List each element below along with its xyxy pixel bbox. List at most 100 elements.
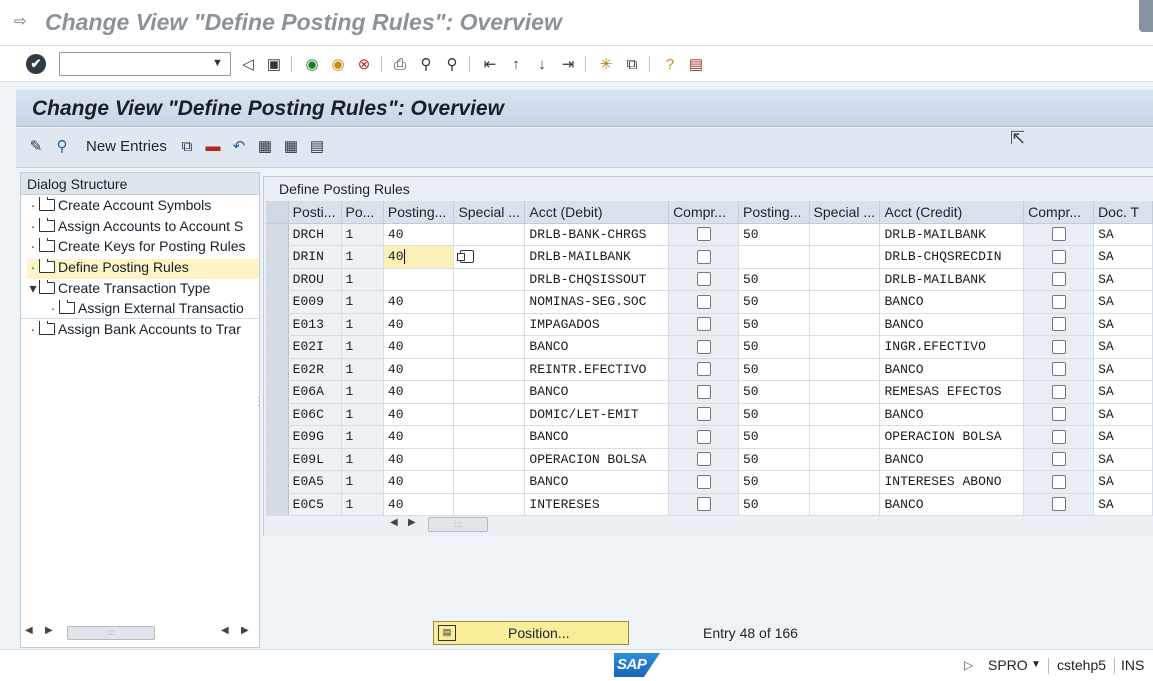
table-cell[interactable]: 50: [738, 448, 810, 471]
table-cell[interactable]: 50: [738, 290, 810, 314]
tree-item[interactable]: · Assign External Transactio: [47, 300, 259, 320]
scroll-left-icon[interactable]: ◀: [25, 625, 33, 636]
column-header[interactable]: Acct (Debit): [524, 201, 670, 224]
table-cell[interactable]: 50: [738, 358, 810, 381]
table-cell[interactable]: INTERESES ABONO: [879, 470, 1025, 494]
table-cell[interactable]: [453, 268, 526, 291]
table-cell[interactable]: SA: [1093, 425, 1153, 449]
table-cell[interactable]: DRLB-MAILBANK: [524, 245, 670, 269]
table-cell[interactable]: [809, 290, 881, 314]
table-cell[interactable]: SA: [1093, 313, 1153, 336]
checkbox[interactable]: [696, 497, 711, 512]
panel-horizontal-scrollbar[interactable]: ◀ ▶ ::: ◀ ▶: [25, 625, 257, 641]
checkbox[interactable]: [696, 294, 711, 309]
table-cell[interactable]: [809, 245, 881, 269]
exit-screen-icon[interactable]: ⇨: [14, 14, 32, 30]
column-header[interactable]: Acct (Credit): [879, 201, 1025, 224]
table-cell[interactable]: 50: [738, 268, 810, 291]
back-icon[interactable]: ◉: [302, 55, 322, 75]
column-header[interactable]: Special ...: [453, 201, 526, 224]
column-header[interactable]: Posting...: [738, 201, 810, 224]
table-cell[interactable]: 40: [383, 470, 455, 494]
table-cell[interactable]: BANCO: [879, 493, 1025, 516]
table-cell[interactable]: [453, 358, 526, 381]
checkbox[interactable]: [1051, 227, 1066, 242]
table-cell[interactable]: 40: [383, 493, 455, 516]
table-cell[interactable]: SA: [1093, 448, 1153, 471]
table-cell[interactable]: [453, 403, 526, 426]
table-cell[interactable]: [809, 448, 881, 471]
column-header[interactable]: Compr...: [668, 201, 739, 224]
table-cell[interactable]: 40: [383, 245, 455, 269]
checkbox[interactable]: [1051, 452, 1066, 467]
table-cell[interactable]: 40: [383, 335, 455, 359]
tree-item[interactable]: · Define Posting Rules: [27, 259, 259, 279]
table-cell[interactable]: 40: [383, 358, 455, 381]
expand-icon[interactable]: ▾: [27, 280, 39, 297]
table-cell[interactable]: [809, 470, 881, 494]
scroll-left-icon[interactable]: ◀: [390, 517, 398, 528]
delete-icon[interactable]: ▬: [203, 137, 223, 157]
table-cell[interactable]: REINTR.EFECTIVO: [524, 358, 670, 381]
table-cell[interactable]: [809, 380, 881, 404]
table-cell[interactable]: [809, 493, 881, 516]
row-selector[interactable]: [266, 268, 289, 291]
table-cell[interactable]: [809, 425, 881, 449]
table-cell[interactable]: SA: [1093, 380, 1153, 404]
table-cell[interactable]: [809, 313, 881, 336]
table-cell[interactable]: DRLB-BANK-CHRGS: [524, 223, 670, 246]
enter-icon[interactable]: ✔: [26, 54, 46, 74]
table-cell[interactable]: SA: [1093, 335, 1153, 359]
next-page-icon[interactable]: ↓: [532, 55, 552, 75]
checkbox[interactable]: [1051, 474, 1066, 489]
shortcut-icon[interactable]: ⧉: [622, 55, 642, 75]
table-cell[interactable]: [453, 380, 526, 404]
table-cell[interactable]: 40: [383, 448, 455, 471]
checkbox[interactable]: [1051, 272, 1066, 287]
table-cell[interactable]: DRLB-MAILBANK: [879, 268, 1025, 291]
table-cell[interactable]: [383, 268, 455, 291]
table-cell[interactable]: 50: [738, 313, 810, 336]
checkbox[interactable]: [696, 429, 711, 444]
table-cell[interactable]: SA: [1093, 493, 1153, 516]
layout-icon[interactable]: ▤: [686, 55, 706, 75]
scroll-right-icon[interactable]: ▶: [241, 625, 249, 636]
row-selector[interactable]: [266, 290, 289, 314]
checkbox[interactable]: [696, 339, 711, 354]
checkbox[interactable]: [1051, 497, 1066, 512]
first-page-icon[interactable]: ⇤: [480, 55, 500, 75]
value-help-icon[interactable]: [457, 250, 475, 264]
print-icon[interactable]: ⎙: [390, 55, 410, 75]
table-cell[interactable]: 50: [738, 223, 810, 246]
table-cell[interactable]: BANCO: [879, 313, 1025, 336]
tree-item[interactable]: ▾ Create Transaction Type: [27, 280, 259, 300]
input-mode[interactable]: INS: [1121, 657, 1144, 673]
table-cell[interactable]: BANCO: [879, 358, 1025, 381]
column-header[interactable]: Posting...: [383, 201, 455, 224]
cancel-icon[interactable]: ⊗: [354, 55, 374, 75]
help-icon[interactable]: ?: [660, 55, 680, 75]
checkbox[interactable]: [1051, 429, 1066, 444]
table-cell[interactable]: [453, 313, 526, 336]
checkbox[interactable]: [696, 249, 711, 264]
row-selector[interactable]: [266, 493, 289, 516]
table-cell[interactable]: SA: [1093, 358, 1153, 381]
scroll-thumb[interactable]: :::: [428, 517, 488, 532]
table-cell[interactable]: DRLB-CHQSRECDIN: [879, 245, 1025, 269]
last-page-icon[interactable]: ⇥: [558, 55, 578, 75]
table-cell[interactable]: DRLB-CHQSISSOUT: [524, 268, 670, 291]
table-cell[interactable]: [453, 448, 526, 471]
checkbox[interactable]: [696, 362, 711, 377]
row-selector[interactable]: [266, 403, 289, 426]
row-selector[interactable]: [266, 245, 289, 269]
prev-page-icon[interactable]: ↑: [506, 55, 526, 75]
table-cell[interactable]: INTERESES: [524, 493, 670, 516]
table-cell[interactable]: [809, 223, 881, 246]
table-cell[interactable]: SA: [1093, 245, 1153, 269]
table-cell[interactable]: [809, 335, 881, 359]
table-cell[interactable]: [809, 358, 881, 381]
checkbox[interactable]: [696, 452, 711, 467]
table-cell[interactable]: BANCO: [879, 403, 1025, 426]
table-cell[interactable]: [453, 493, 526, 516]
play-icon[interactable]: ▷: [964, 658, 973, 672]
